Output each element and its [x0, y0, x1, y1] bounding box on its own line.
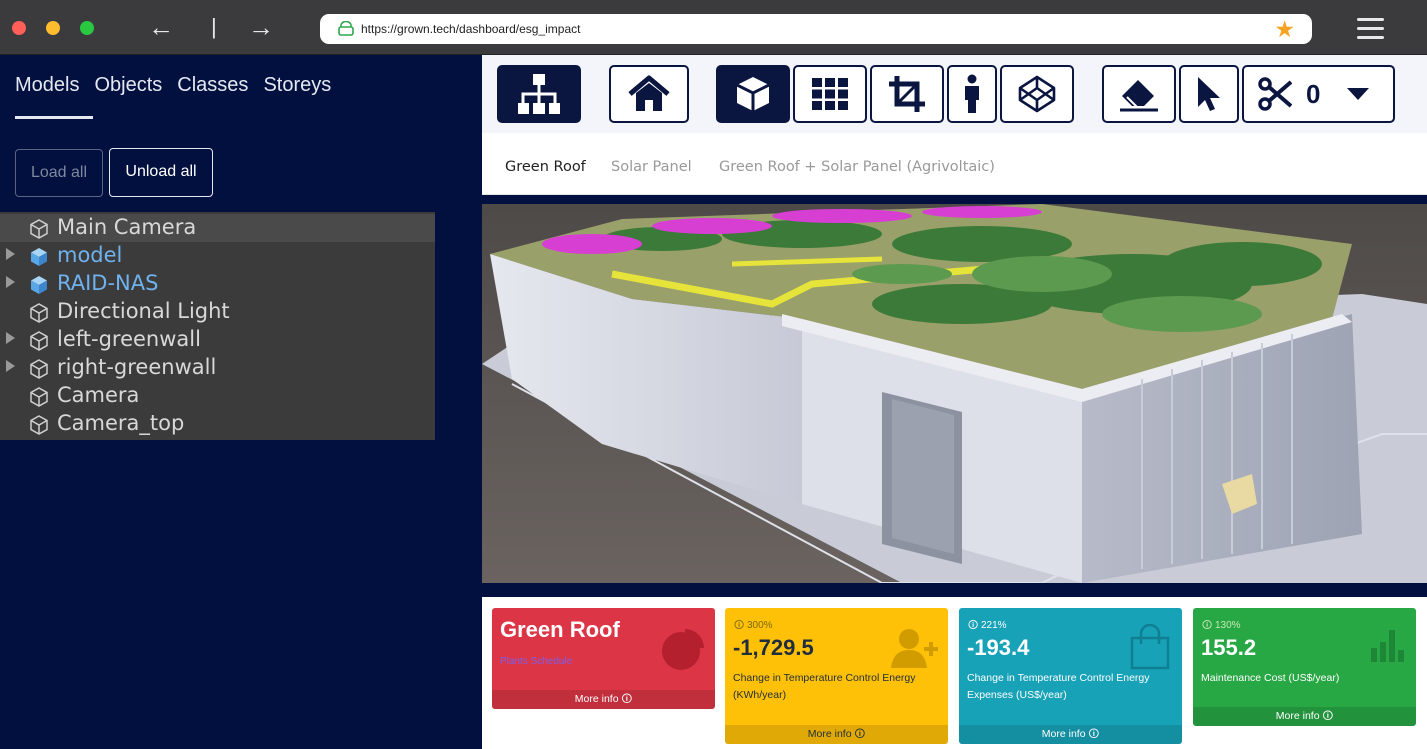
address-bar[interactable]: https://grown.tech/dashboard/esg_impact … [320, 14, 1312, 44]
tab-agrivoltaic[interactable]: Green Roof + Solar Panel (Agrivoltaic) [719, 159, 995, 175]
percent-badge: 🛈 221% [968, 620, 1007, 631]
prefab-cube-icon [31, 276, 47, 294]
info-person-button[interactable] [947, 65, 997, 123]
percent-badge: 🛈 300% [734, 620, 773, 631]
forward-arrow-icon[interactable]: → [248, 12, 274, 42]
tab-green-roof[interactable]: Green Roof [505, 159, 586, 175]
green-roof-card: Green Roof Plants Schedule More info 🛈 [492, 608, 715, 709]
back-arrow-icon[interactable]: ← [148, 12, 174, 42]
3d-model-viewport[interactable] [482, 204, 1427, 583]
eraser-icon [1120, 80, 1158, 112]
tree-item-main-camera[interactable]: Main Camera [0, 214, 435, 242]
maximize-window-button[interactable] [80, 21, 94, 35]
grid-view-button[interactable] [793, 65, 867, 123]
scenario-tabs: Green Roof Solar Panel Green Roof + Sola… [482, 133, 1427, 195]
person-icon [965, 74, 979, 113]
user-plus-icon [891, 629, 938, 668]
grid-icon [812, 78, 848, 110]
building-3d-render [482, 204, 1427, 583]
cube-icon [736, 77, 770, 111]
prefab-cube-icon [31, 248, 47, 266]
card-label: Maintenance Cost (US$/year) [1201, 672, 1340, 684]
more-info-link[interactable]: More info 🛈 [1193, 707, 1416, 726]
expand-arrow-icon[interactable] [6, 332, 15, 344]
cube-icon [30, 415, 48, 435]
hierarchy-button[interactable] [497, 65, 581, 123]
tab-models[interactable]: Models [15, 72, 79, 98]
card-value: 155.2 [1201, 635, 1257, 660]
tree-item-model[interactable]: model [0, 242, 435, 270]
expenses-change-card: 🛈 221% -193.4 Change in Temperature Cont… [959, 608, 1182, 744]
more-info-link[interactable]: More info 🛈 [959, 725, 1182, 744]
close-window-button[interactable] [12, 21, 26, 35]
plants-schedule-link[interactable]: Plants Schedule [500, 656, 572, 667]
cube-icon [30, 219, 48, 239]
more-info-link[interactable]: More info 🛈 [492, 690, 715, 709]
home-icon [628, 75, 670, 111]
3d-view-button[interactable] [716, 65, 790, 123]
card-label: Change in Temperature Control Energy (KW… [733, 672, 916, 701]
energy-change-card: 🛈 300% -1,729.5 Change in Temperature Co… [725, 608, 948, 744]
esg-summary-cards: Green Roof Plants Schedule More info 🛈 🛈… [482, 597, 1427, 749]
tab-solar-panel[interactable]: Solar Panel [611, 159, 692, 175]
tab-storeys[interactable]: Storeys [263, 72, 331, 98]
expand-arrow-icon[interactable] [6, 248, 15, 260]
tree-item-camera-top[interactable]: Camera_top [0, 410, 435, 438]
viewer-toolbar: 0 [482, 55, 1427, 133]
tree-item-directional-light[interactable]: Directional Light [0, 298, 435, 326]
crop-section-button[interactable] [870, 65, 944, 123]
sitemap-icon [518, 74, 560, 114]
unload-all-button[interactable]: Unload all [109, 148, 213, 197]
card-value: -193.4 [967, 635, 1030, 660]
scene-hierarchy-tree: Main Camera model RAID-NAS Directional L… [0, 212, 435, 440]
select-pointer-button[interactable] [1179, 65, 1239, 123]
active-tab-underline [15, 116, 93, 119]
expand-arrow-icon[interactable] [6, 360, 15, 372]
crop-icon [889, 76, 925, 112]
wireframe-button[interactable] [1000, 65, 1074, 123]
card-value: -1,729.5 [733, 635, 814, 660]
eraser-button[interactable] [1102, 65, 1176, 123]
bar-chart-icon [1371, 630, 1404, 662]
more-info-link[interactable]: More info 🛈 [725, 725, 948, 744]
tab-objects[interactable]: Objects [94, 72, 162, 98]
cube-icon [30, 303, 48, 323]
shopping-bag-icon [1130, 624, 1170, 670]
cube-icon [30, 331, 48, 351]
expand-arrow-icon[interactable] [6, 276, 15, 288]
cube-icon [30, 359, 48, 379]
codepen-icon [1018, 75, 1056, 113]
caret-down-icon [1347, 88, 1370, 100]
explorer-tabs: Models Objects Classes Storeys [15, 72, 331, 98]
bookmark-star-icon[interactable]: ★ [1274, 16, 1295, 43]
pointer-icon [1198, 77, 1220, 111]
tab-classes[interactable]: Classes [177, 72, 248, 98]
browser-chrome: ← | → https://grown.tech/dashboard/esg_i… [0, 0, 1427, 55]
card-title: Green Roof [500, 617, 620, 642]
home-view-button[interactable] [609, 65, 689, 123]
minimize-window-button[interactable] [46, 21, 60, 35]
tree-item-right-greenwall[interactable]: right-greenwall [0, 354, 435, 382]
cut-count: 0 [1306, 78, 1321, 109]
card-label: Change in Temperature Control Energy Exp… [967, 672, 1150, 701]
tree-item-raid-nas[interactable]: RAID-NAS [0, 270, 435, 298]
load-all-button[interactable]: Load all [15, 149, 103, 197]
tree-item-left-greenwall[interactable]: left-greenwall [0, 326, 435, 354]
maintenance-cost-card: 🛈 130% 155.2 Maintenance Cost (US$/year)… [1193, 608, 1416, 726]
percent-badge: 🛈 130% [1202, 620, 1241, 631]
cut-tool-dropdown[interactable]: 0 [1242, 65, 1395, 123]
url-text: https://grown.tech/dashboard/esg_impact [361, 22, 581, 36]
scissors-icon [1258, 77, 1292, 111]
tree-item-camera[interactable]: Camera [0, 382, 435, 410]
pie-chart-icon [662, 629, 704, 670]
nav-divider: | [211, 14, 217, 39]
hamburger-menu-icon[interactable] [1357, 18, 1384, 45]
lock-icon [338, 21, 354, 36]
cube-icon [30, 387, 48, 407]
model-explorer-panel: Models Objects Classes Storeys Load all … [0, 55, 482, 749]
